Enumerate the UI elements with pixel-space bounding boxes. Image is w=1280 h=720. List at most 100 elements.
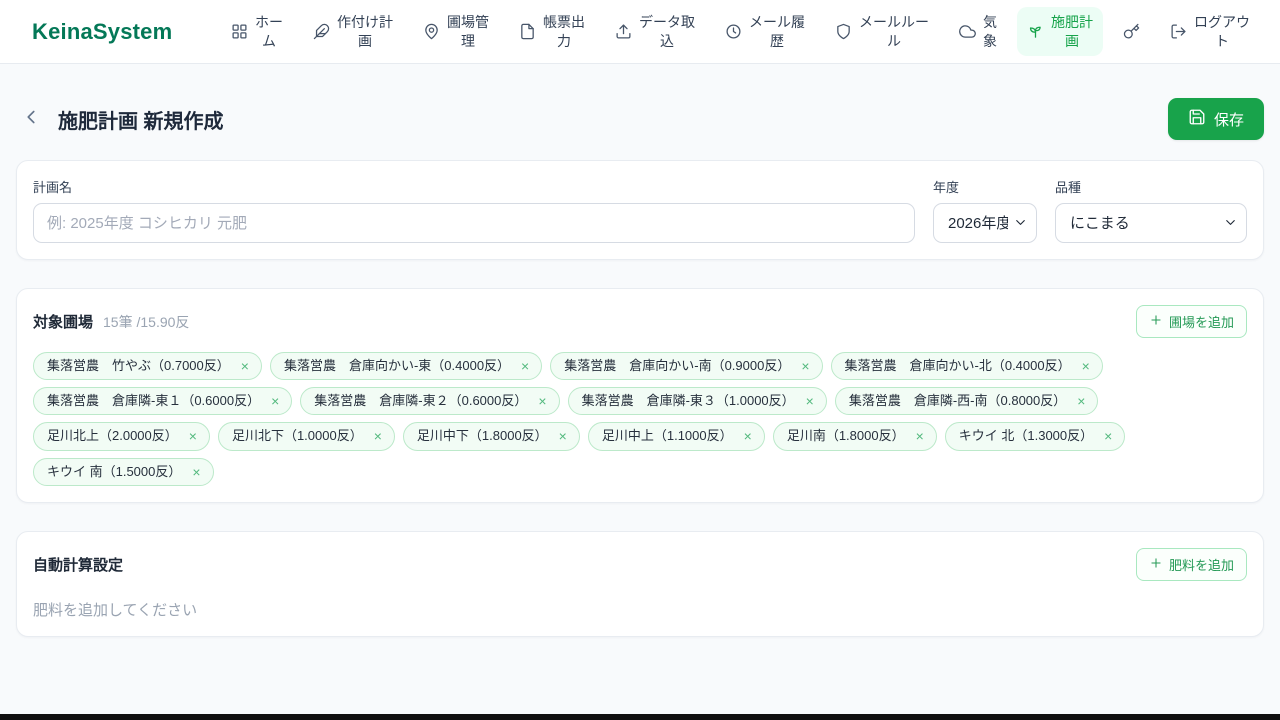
plus-icon	[1149, 556, 1163, 573]
close-icon[interactable]: ×	[239, 358, 251, 374]
auto-calc-title: 自動計算設定	[33, 556, 124, 574]
nav-item-label: データ取込	[639, 13, 695, 49]
sprout-icon	[1027, 23, 1044, 40]
nav-item-label: ログアウト	[1194, 13, 1250, 49]
close-icon[interactable]: ×	[372, 428, 384, 444]
target-fields-summary: 15筆 /15.90反	[103, 313, 190, 330]
plus-icon	[1149, 313, 1163, 330]
field-tag: 集落営農 倉庫隣-東２（0.6000反） ×	[300, 387, 560, 416]
close-icon[interactable]: ×	[557, 428, 569, 444]
field-tag: 集落営農 倉庫向かい-北（0.4000反） ×	[830, 352, 1103, 381]
document-icon	[519, 23, 536, 40]
save-button[interactable]: 保存	[1167, 98, 1264, 140]
nav-items: ホーム 作付け計画 圃場管理 帳票出力 データ取込 メール履歴 メールルール 気象 施肥計画 ログ…	[221, 6, 1260, 57]
plan-name-label: 計画名	[33, 180, 73, 195]
target-fields-title: 対象圃場	[33, 314, 94, 331]
nav-item-label: 作付け計画	[337, 13, 393, 49]
nav-item-logout[interactable]: ログアウト	[1160, 7, 1260, 57]
close-icon[interactable]: ×	[1080, 358, 1092, 374]
back-button[interactable]	[20, 106, 42, 133]
nav-item-key[interactable]	[1113, 17, 1150, 46]
field-tag: 集落営農 倉庫向かい-南（0.9000反） ×	[550, 352, 823, 381]
close-icon[interactable]: ×	[536, 393, 548, 409]
plan-form-card: 計画名 年度 2026年度 品種 にこまる	[16, 160, 1264, 260]
field-tag-label: 集落営農 倉庫向かい-東（0.4000反）	[283, 358, 511, 373]
logout-icon	[1170, 23, 1187, 40]
nav-item-label: メールルール	[859, 13, 929, 49]
field-tag: 足川中上（1.1000反） ×	[587, 422, 765, 451]
close-icon[interactable]: ×	[804, 393, 816, 409]
close-icon[interactable]: ×	[187, 428, 199, 444]
close-icon[interactable]: ×	[1102, 428, 1114, 444]
nav-item-fertilization-plan[interactable]: 施肥計画	[1017, 6, 1103, 57]
field-tag-label: 集落営農 倉庫隣-東３（1.0000反）	[581, 393, 795, 409]
nav-item-label: 帳票出力	[543, 13, 585, 49]
cloud-icon	[959, 23, 976, 40]
add-field-button[interactable]: 圃場を追加	[1135, 305, 1247, 338]
field-tag: 足川中下（1.8000反） ×	[402, 422, 580, 451]
field-tag-label: 集落営農 倉庫隣-東２（0.6000反）	[314, 393, 528, 409]
nav-item-mail-rules[interactable]: メールルール	[825, 7, 939, 57]
plan-name-input[interactable]	[33, 203, 915, 243]
nav-item-label: 圃場管理	[447, 13, 489, 49]
grid-icon	[231, 23, 248, 40]
nav-item-report-output[interactable]: 帳票出力	[509, 7, 595, 57]
field-tag-label: 足川南（1.8000反）	[786, 428, 905, 444]
target-fields-card: 対象圃場 15筆 /15.90反 圃場を追加 集落営農 竹やぶ（0.7000反）…	[16, 288, 1264, 503]
field-tag: 足川南（1.8000反） ×	[772, 422, 937, 451]
save-icon	[1188, 108, 1206, 130]
nav-item-data-import[interactable]: データ取込	[605, 7, 705, 57]
nav-item-label: メール履歴	[749, 13, 805, 49]
close-icon[interactable]: ×	[1075, 393, 1087, 409]
field-tag: 集落営農 倉庫隣-西-南（0.8000反） ×	[834, 387, 1099, 416]
nav-item-field-management[interactable]: 圃場管理	[413, 7, 499, 57]
key-icon	[1123, 23, 1140, 40]
fertilizer-empty-message: 肥料を追加してください	[33, 601, 198, 619]
field-tag: 集落営農 倉庫隣-東１（0.6000反） ×	[33, 387, 293, 416]
nav-item-mail-history[interactable]: メール履歴	[715, 7, 815, 57]
field-tag-list: 集落営農 竹やぶ（0.7000反） × 集落営農 倉庫向かい-東（0.4000反） ×…	[33, 352, 1247, 486]
field-tag: キウイ 北（1.3000反） ×	[944, 422, 1126, 451]
close-icon[interactable]: ×	[799, 358, 811, 374]
field-tag-label: 足川北上（2.0000反）	[47, 428, 178, 444]
field-tag-label: 足川中上（1.1000反）	[601, 428, 733, 444]
year-select[interactable]: 2026年度	[933, 203, 1037, 243]
map-pin-icon	[423, 23, 440, 40]
nav-item-label: ホーム	[255, 13, 283, 49]
field-tag-label: 足川中下（1.8000反）	[416, 428, 548, 444]
variety-select[interactable]: にこまる	[1055, 203, 1247, 243]
field-tag-label: キウイ 南（1.5000反）	[47, 463, 182, 479]
add-fertilizer-button[interactable]: 肥料を追加	[1135, 547, 1247, 581]
page-header: 施肥計画 新規作成 保存	[16, 98, 1264, 140]
field-tag: 集落営農 倉庫隣-東３（1.0000反） ×	[567, 387, 827, 416]
field-tag-label: 集落営農 倉庫向かい-北（0.4000反）	[844, 358, 1071, 373]
history-icon	[725, 23, 742, 40]
close-icon[interactable]: ×	[519, 358, 531, 374]
close-icon[interactable]: ×	[190, 464, 202, 480]
close-icon[interactable]: ×	[269, 393, 281, 409]
field-tag: キウイ 南（1.5000反） ×	[33, 457, 214, 486]
nav-item-planting-plan[interactable]: 作付け計画	[303, 7, 403, 57]
field-tag-label: 集落営農 倉庫隣-東１（0.6000反）	[47, 393, 261, 409]
nav-item-label: 施肥計画	[1051, 13, 1093, 49]
page-title: 施肥計画 新規作成	[58, 110, 224, 133]
field-tag: 集落営農 倉庫向かい-東（0.4000反） ×	[269, 352, 543, 381]
year-label: 年度	[933, 180, 960, 195]
close-icon[interactable]: ×	[914, 428, 926, 444]
shield-icon	[835, 23, 852, 40]
variety-label: 品種	[1055, 180, 1082, 195]
app-logo[interactable]: KeinaSystem	[32, 19, 172, 45]
field-tag-label: 集落営農 倉庫隣-西-南（0.8000反）	[848, 393, 1067, 409]
auto-calc-card: 自動計算設定 肥料を追加 肥料を追加してください	[16, 530, 1264, 637]
field-tag: 足川北下（1.0000反） ×	[217, 422, 395, 451]
field-tag-label: 足川北下（1.0000反）	[231, 428, 363, 444]
close-icon[interactable]: ×	[742, 428, 754, 444]
bottom-bar	[0, 714, 1280, 720]
field-tag-label: キウイ 北（1.3000反）	[958, 428, 1094, 444]
field-tag-label: 集落営農 竹やぶ（0.7000反）	[47, 358, 230, 373]
chevron-left-icon	[20, 106, 42, 133]
nav-item-weather[interactable]: 気象	[949, 7, 1007, 57]
nav-item-label: 気象	[983, 13, 997, 49]
wheat-icon	[313, 23, 330, 40]
nav-item-home[interactable]: ホーム	[221, 7, 293, 57]
